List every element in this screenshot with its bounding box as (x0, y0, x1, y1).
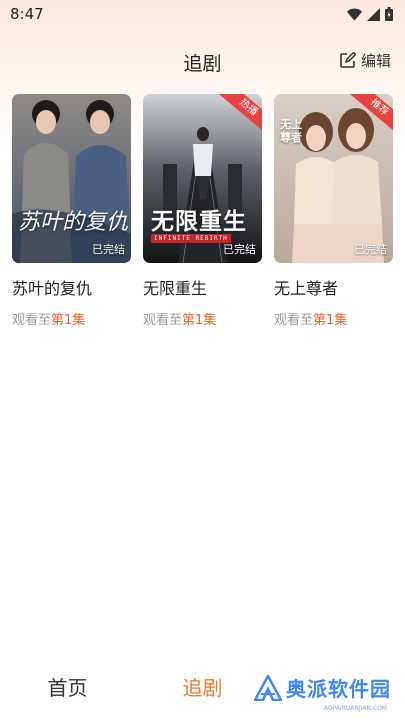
drama-title: 苏叶的复仇 (12, 279, 93, 298)
status-badge: 已完结 (92, 243, 125, 256)
watch-progress: 观看至第1集 (143, 309, 262, 328)
drama-grid: 苏叶的复仇 已完结 苏叶的复仇 观看至第1集 热播 无限重生 INFINITE … (12, 94, 393, 328)
drama-cover[interactable]: 热播 无限重生 INFINITE REBIRTH 已完结 (143, 94, 262, 263)
battery-icon (385, 7, 393, 21)
drama-card-suye[interactable]: 苏叶的复仇 已完结 苏叶的复仇 观看至第1集 (12, 94, 131, 328)
watch-progress: 观看至第1集 (12, 309, 131, 328)
progress-prefix: 观看至 (143, 313, 183, 328)
drama-card-wushang[interactable]: 推荐 无上尊者 已完结 无上尊者 观看至第1集 (274, 94, 393, 328)
page-header: 追剧 编辑 (0, 46, 405, 78)
cover-subtitle: INFINITE REBIRTH (151, 234, 231, 243)
watermark: 奥派软件园 AOPAIRUANJIAN.COM (254, 673, 391, 712)
drama-cover[interactable]: 苏叶的复仇 已完结 (12, 94, 131, 263)
page-title: 追剧 (183, 52, 222, 75)
edit-button[interactable]: 编辑 (339, 50, 391, 71)
nav-follow[interactable]: 追剧 (143, 672, 263, 701)
progress-prefix: 观看至 (274, 313, 314, 328)
watermark-logo-icon (254, 674, 282, 701)
drama-cover[interactable]: 推荐 无上尊者 已完结 (274, 94, 393, 263)
wifi-icon (347, 8, 362, 21)
nav-home[interactable]: 首页 (8, 672, 128, 701)
edit-label: 编辑 (360, 52, 391, 70)
episode-number: 第1集 (51, 313, 86, 328)
status-icons (347, 7, 393, 21)
drama-title: 无上尊者 (274, 279, 339, 298)
status-time: 8:47 (10, 5, 44, 23)
progress-prefix: 观看至 (12, 313, 52, 328)
cover-title: 无上尊者 (280, 118, 302, 144)
signal-icon (367, 7, 380, 21)
episode-number: 第1集 (313, 313, 348, 328)
cover-image (12, 94, 131, 263)
cover-title: 苏叶的复仇 (18, 210, 129, 235)
drama-card-wuxian[interactable]: 热播 无限重生 INFINITE REBIRTH 已完结 无限重生 观看至第1集 (143, 94, 262, 328)
status-bar: 8:47 (0, 0, 405, 28)
watermark-text: 奥派软件园 (286, 677, 391, 701)
drama-title: 无限重生 (143, 279, 208, 298)
watermark-subtext: AOPAIRUANJIAN.COM (323, 705, 387, 712)
episode-number: 第1集 (182, 313, 217, 328)
watch-progress: 观看至第1集 (274, 309, 393, 328)
cover-title: 无限重生 (151, 208, 247, 235)
edit-icon (340, 52, 356, 68)
status-badge: 已完结 (223, 243, 256, 256)
status-badge: 已完结 (354, 243, 387, 256)
